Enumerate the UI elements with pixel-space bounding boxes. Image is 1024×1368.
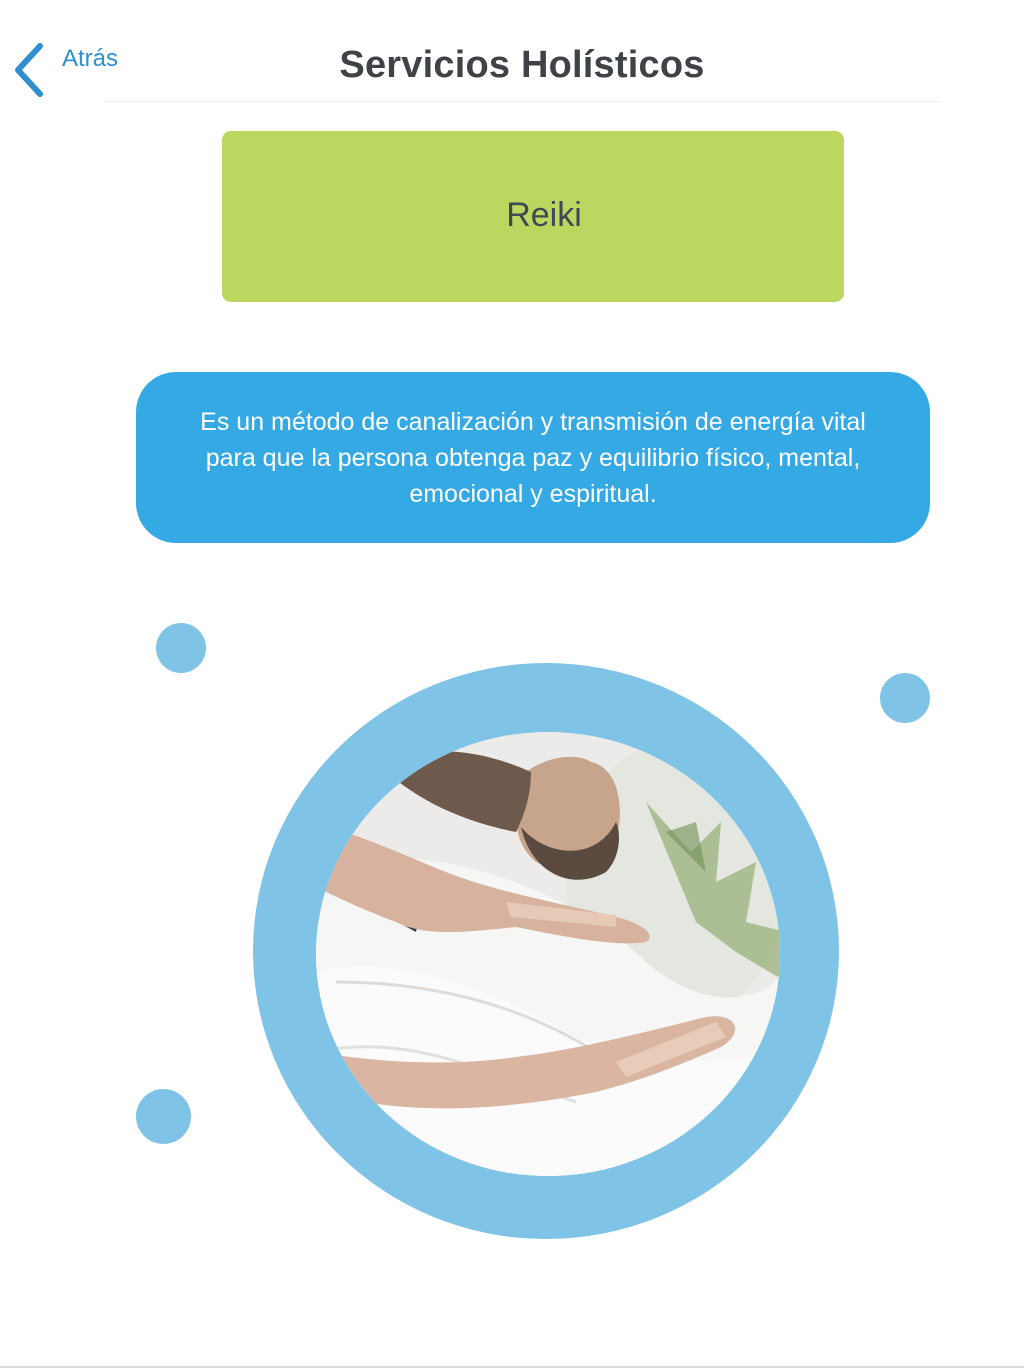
- reiki-illustration: [316, 732, 780, 1176]
- decorative-dot: [136, 1089, 191, 1144]
- decorative-dot: [156, 623, 206, 673]
- decorative-dot: [880, 673, 930, 723]
- service-title-card: Reiki: [222, 131, 844, 302]
- service-description-box: Es un método de canalización y transmisi…: [136, 372, 930, 543]
- header-divider: [106, 101, 940, 102]
- reiki-photo: [316, 732, 780, 1176]
- page-title: Servicios Holísticos: [339, 44, 705, 86]
- service-description: Es un método de canalización y transmisi…: [200, 407, 866, 508]
- service-name: Reiki: [506, 196, 582, 234]
